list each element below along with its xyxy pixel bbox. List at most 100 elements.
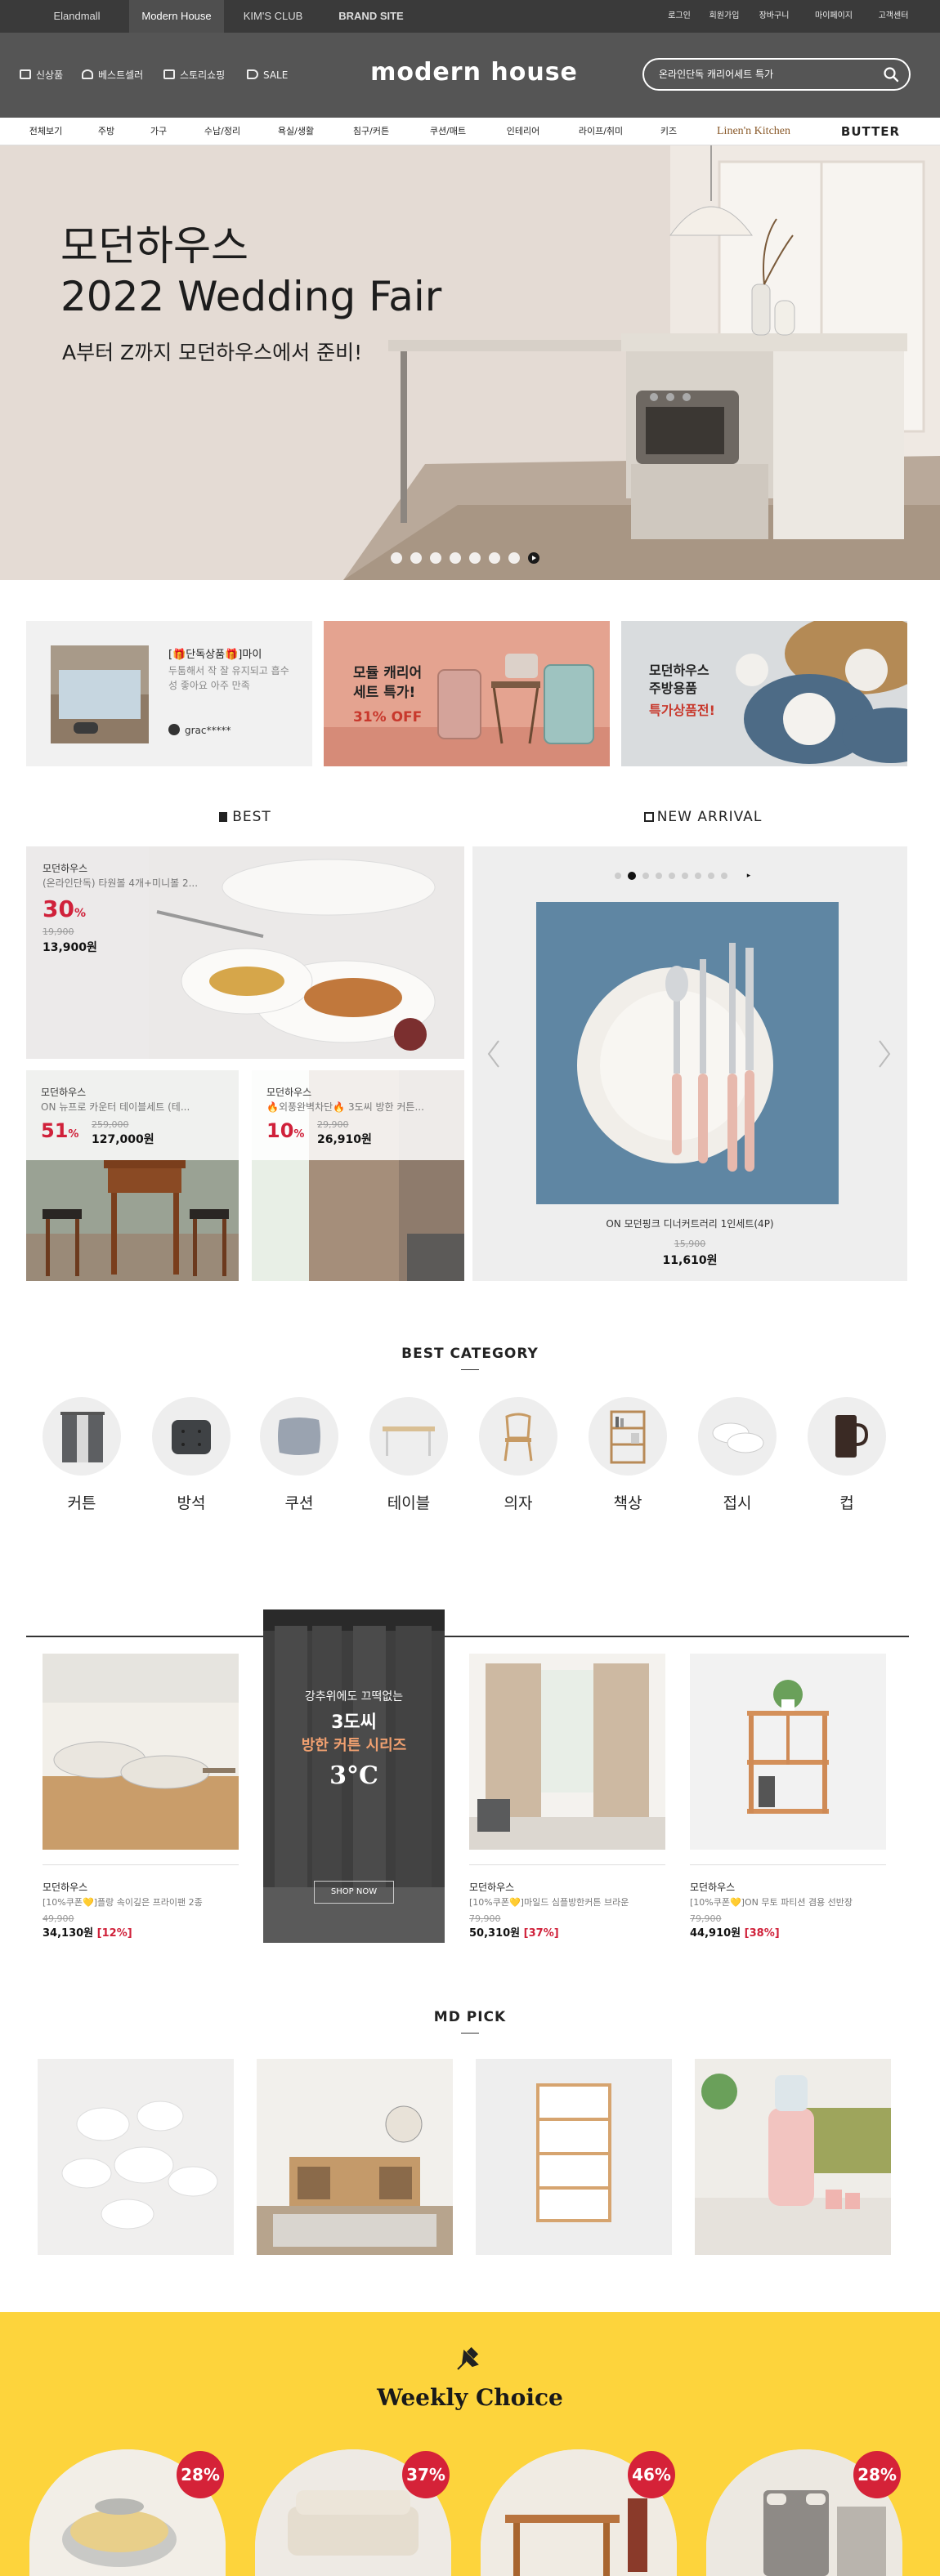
product-3-info[interactable]: 모던하우스 [10%쿠폰💛]ON 무토 파티션 겸용 선반장 79,900 44… [690, 1864, 886, 1940]
best-item-1[interactable]: 모던하우스 (온라인단독) 타원볼 4개+미니볼 2... 30% 19,900… [26, 846, 464, 1059]
brand-tab-kimsclub[interactable]: KIM'S CLUB [229, 0, 317, 33]
product-1-image[interactable] [43, 1654, 239, 1850]
new-arrival-dot[interactable] [669, 873, 675, 879]
product-2-price: 50,310원 [469, 1927, 521, 1940]
md-pick-2[interactable] [257, 2059, 453, 2255]
product-2-info[interactable]: 모던하우스 [10%쿠폰💛]마일드 심플방한커튼 브라운 79,900 50,3… [469, 1864, 665, 1940]
hero-dot[interactable] [450, 552, 461, 564]
new-arrival-dot-active[interactable] [628, 872, 636, 880]
shortcut-new[interactable]: 신상품 [20, 67, 63, 83]
new-arrival-dot[interactable] [682, 873, 688, 879]
new-arrival-dot[interactable] [656, 873, 662, 879]
nav-kitchen[interactable]: 주방 [85, 118, 128, 145]
bookshelf-icon [610, 1410, 646, 1464]
shortcut-label: 스토리쇼핑 [180, 69, 226, 81]
section-divider [26, 1636, 909, 1637]
best-item-3-brand: 모던하우스 [266, 1087, 312, 1098]
cart-link[interactable]: 장바구니 [747, 0, 801, 33]
nav-all[interactable]: 전체보기 [18, 118, 74, 145]
best-item-3-price: 26,910원 [317, 1133, 372, 1146]
shortcut-label: 신상품 [36, 69, 64, 81]
signup-link[interactable]: 회원가입 [701, 0, 747, 33]
md-pick-4[interactable] [695, 2059, 891, 2255]
category-label: 컵 [839, 1494, 854, 1512]
nav-life[interactable]: 라이프/취미 [564, 118, 638, 145]
best-item-2[interactable]: 모던하우스 ON 뉴프로 카운터 테이블세트 (테... 51% 259,000… [26, 1070, 239, 1281]
product-2-desc: [10%쿠폰💛]마일드 심플방한커튼 브라운 [469, 1897, 629, 1908]
best-category-heading: BEST CATEGORY [401, 1346, 539, 1362]
kitchen-promo-card[interactable]: 모던하우스 주방용품 특가상품전! [621, 621, 907, 766]
brand-tab-elandmall[interactable]: Elandmall [29, 0, 124, 33]
hero-dot[interactable] [430, 552, 441, 564]
bookmark-icon [219, 812, 228, 822]
review-card[interactable]: [🎁단독상품🎁]마이 두툼해서 작 잘 유지되고 흡수성 좋아요 아주 만족 g… [26, 621, 312, 766]
mypage-link[interactable]: 마이페이지 [801, 0, 866, 33]
hero-dot[interactable] [489, 552, 500, 564]
shortcut-sale[interactable]: SALE [247, 67, 288, 83]
product-1-sep [43, 1864, 239, 1880]
curtain-series-banner[interactable]: 강추위에도 끄떡없는 3도씨 방한 커튼 시리즈 3°C SHOP NOW [263, 1609, 445, 1943]
category-curtain[interactable] [43, 1397, 121, 1476]
category-label: 쿠션 [284, 1494, 314, 1512]
review-title: [🎁단독상품🎁]마이 [168, 649, 262, 661]
heading-underline [461, 1369, 479, 1370]
category-seat-cushion[interactable] [152, 1397, 231, 1476]
new-arrival-dot[interactable] [721, 873, 727, 879]
hero-pause-button[interactable] [528, 552, 539, 564]
new-arrival-image[interactable] [536, 902, 839, 1204]
product-3-image[interactable] [690, 1654, 886, 1850]
nav-interior[interactable]: 인테리어 [490, 118, 556, 145]
search-box[interactable] [642, 58, 911, 91]
category-plate[interactable] [698, 1397, 777, 1476]
nav-furniture[interactable]: 가구 [137, 118, 180, 145]
cup-icon [835, 1415, 869, 1458]
new-arrival-dot[interactable] [708, 873, 714, 879]
site-logo[interactable]: modern house [360, 55, 589, 91]
product-1-info[interactable]: 모던하우스 [10%쿠폰💛]플랑 속이깊은 프라이팬 2종 49,900 34,… [43, 1864, 239, 1940]
category-desk[interactable] [589, 1397, 667, 1476]
brand-tab-brandsite[interactable]: BRAND SITE [322, 0, 420, 33]
shortcut-bestseller[interactable]: 베스트셀러 [82, 67, 143, 83]
nav-linen-kitchen[interactable]: Linen'n Kitchen [701, 118, 806, 145]
shortcut-label: 베스트셀러 [98, 69, 144, 81]
category-label: 의자 [504, 1494, 533, 1512]
new-arrival-dot[interactable] [695, 873, 701, 879]
review-user: grac***** [168, 724, 231, 736]
nav-bath[interactable]: 욕실/생활 [263, 118, 329, 145]
new-arrival-dot[interactable] [615, 873, 621, 879]
nav-butter[interactable]: BUTTER [826, 118, 915, 145]
brand-tab-modernhouse[interactable]: Modern House [129, 0, 224, 33]
hero-dot[interactable] [508, 552, 520, 564]
chevron-right-icon[interactable] [876, 1039, 893, 1069]
category-table[interactable] [369, 1397, 448, 1476]
nav-kids[interactable]: 키즈 [647, 118, 690, 145]
category-cushion[interactable] [260, 1397, 338, 1476]
customer-center-link[interactable]: 고객센터 [866, 0, 920, 33]
hero-dot[interactable] [469, 552, 481, 564]
md-pick-1[interactable] [38, 2059, 234, 2255]
hero-dot[interactable] [410, 552, 422, 564]
nav-storage[interactable]: 수납/정리 [190, 118, 255, 145]
category-chair[interactable] [479, 1397, 557, 1476]
product-1-price: 34,130원 [43, 1927, 94, 1940]
category-cup[interactable] [808, 1397, 886, 1476]
hero-dot[interactable] [391, 552, 402, 564]
shop-now-button[interactable]: SHOP NOW [314, 1881, 394, 1904]
chevron-left-icon[interactable] [486, 1039, 502, 1069]
login-link[interactable]: 로그인 [656, 0, 703, 33]
search-icon[interactable] [883, 66, 899, 83]
nav-bedding[interactable]: 침구/커튼 [338, 118, 404, 145]
shortcut-story[interactable]: 스토리쇼핑 [163, 67, 225, 83]
nav-cushion[interactable]: 쿠션/매트 [415, 118, 481, 145]
md-pick-3[interactable] [476, 2059, 672, 2255]
carrier-promo-card[interactable]: 모듈 캐리어 세트 특가! 31% OFF [324, 621, 610, 766]
best-item-3[interactable]: 모던하우스 🔥외풍완벽차단🔥 3도씨 방한 커튼... 10% 29,900 2… [252, 1070, 464, 1281]
new-arrival-dot[interactable] [642, 873, 649, 879]
product-2-image[interactable] [469, 1654, 665, 1850]
pink-dispenser-image [695, 2059, 891, 2255]
new-arrival-play-button[interactable]: ▸ [744, 871, 754, 881]
carrier-line1: 모듈 캐리어 [353, 665, 423, 681]
product-2-sep [469, 1864, 665, 1880]
search-input[interactable] [659, 66, 871, 83]
play-icon [532, 556, 536, 560]
